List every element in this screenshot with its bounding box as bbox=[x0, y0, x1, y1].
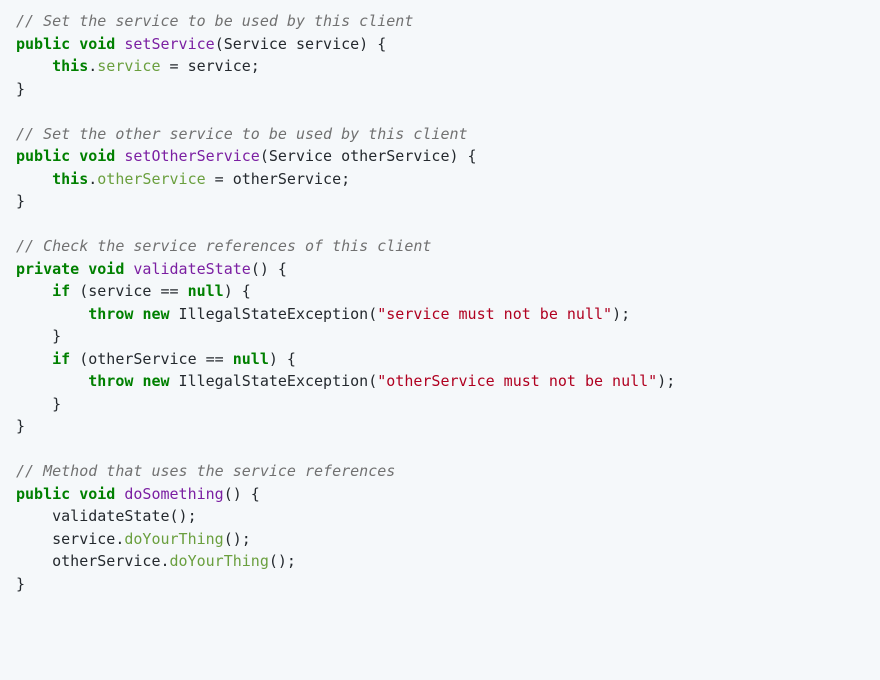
code-token-id: doYourThing bbox=[170, 552, 269, 570]
code-token-c: // Set the service to be used by this cl… bbox=[16, 12, 413, 30]
code-token-kw: public bbox=[16, 147, 70, 165]
code-token-kw: this bbox=[52, 170, 88, 188]
code-token-op bbox=[16, 350, 52, 368]
code-token-op bbox=[70, 147, 79, 165]
code-token-op: ) { bbox=[269, 350, 296, 368]
code-token-kw: new bbox=[142, 305, 169, 323]
code-token-nl: null bbox=[233, 350, 269, 368]
code-line: this.otherService = otherService; bbox=[16, 170, 350, 188]
code-token-op: } bbox=[16, 192, 25, 210]
code-token-kw: this bbox=[52, 57, 88, 75]
code-token-c: // Set the other service to be used by t… bbox=[16, 125, 468, 143]
code-token-op: IllegalStateException( bbox=[170, 305, 378, 323]
code-token-id: doYourThing bbox=[124, 530, 223, 548]
code-token-op bbox=[70, 485, 79, 503]
code-token-c: // Check the service references of this … bbox=[16, 237, 431, 255]
code-token-kw: new bbox=[142, 372, 169, 390]
code-token-op: } bbox=[16, 327, 61, 345]
code-token-op: (); bbox=[224, 530, 251, 548]
code-line: } bbox=[16, 80, 25, 98]
code-token-str: "otherService must not be null" bbox=[377, 372, 657, 390]
code-token-op bbox=[16, 372, 88, 390]
code-token-op: . bbox=[88, 170, 97, 188]
code-line: } bbox=[16, 327, 61, 345]
code-token-kw: if bbox=[52, 350, 70, 368]
code-token-op: (); bbox=[269, 552, 296, 570]
code-token-kw: if bbox=[52, 282, 70, 300]
code-token-op: } bbox=[16, 395, 61, 413]
code-token-op: (otherService == bbox=[70, 350, 233, 368]
code-token-op: } bbox=[16, 575, 25, 593]
code-line: public void setService(Service service) … bbox=[16, 35, 386, 53]
code-token-op: } bbox=[16, 417, 25, 435]
code-token-op bbox=[79, 260, 88, 278]
code-token-op bbox=[16, 57, 52, 75]
code-token-op: validateState(); bbox=[16, 507, 197, 525]
code-line: } bbox=[16, 575, 25, 593]
code-block: // Set the service to be used by this cl… bbox=[16, 10, 864, 595]
code-token-op: . bbox=[88, 57, 97, 75]
code-line: // Set the service to be used by this cl… bbox=[16, 12, 413, 30]
code-line: this.service = service; bbox=[16, 57, 260, 75]
code-token-nl: null bbox=[188, 282, 224, 300]
code-line: service.doYourThing(); bbox=[16, 530, 251, 548]
code-token-op bbox=[70, 35, 79, 53]
code-token-kw: public bbox=[16, 485, 70, 503]
code-line: // Method that uses the service referenc… bbox=[16, 462, 395, 480]
code-line: // Check the service references of this … bbox=[16, 237, 431, 255]
code-line: if (otherService == null) { bbox=[16, 350, 296, 368]
code-token-kw: public bbox=[16, 35, 70, 53]
code-token-c: // Method that uses the service referenc… bbox=[16, 462, 395, 480]
code-token-fn: doSomething bbox=[124, 485, 223, 503]
code-token-op: ); bbox=[657, 372, 675, 390]
code-token-fn: validateState bbox=[133, 260, 250, 278]
code-token-str: "service must not be null" bbox=[377, 305, 612, 323]
code-line: // Set the other service to be used by t… bbox=[16, 125, 468, 143]
code-line: throw new IllegalStateException("service… bbox=[16, 305, 630, 323]
code-token-id: otherService bbox=[97, 170, 205, 188]
code-line: public void doSomething() { bbox=[16, 485, 260, 503]
code-token-op: service. bbox=[16, 530, 124, 548]
code-token-op bbox=[16, 305, 88, 323]
code-token-kw: void bbox=[79, 35, 115, 53]
code-token-op: (Service service) { bbox=[215, 35, 387, 53]
code-token-op: ) { bbox=[224, 282, 251, 300]
code-token-fn: setOtherService bbox=[124, 147, 259, 165]
code-token-kw: void bbox=[88, 260, 124, 278]
code-token-op bbox=[16, 170, 52, 188]
code-token-op: = service; bbox=[161, 57, 260, 75]
code-token-op: IllegalStateException( bbox=[170, 372, 378, 390]
code-line: otherService.doYourThing(); bbox=[16, 552, 296, 570]
code-token-kw: throw bbox=[88, 372, 133, 390]
code-token-fn: setService bbox=[124, 35, 214, 53]
code-line: if (service == null) { bbox=[16, 282, 251, 300]
code-token-op: (Service otherService) { bbox=[260, 147, 477, 165]
code-token-kw: private bbox=[16, 260, 79, 278]
code-token-kw: throw bbox=[88, 305, 133, 323]
code-token-op: = otherService; bbox=[206, 170, 351, 188]
code-token-op bbox=[16, 282, 52, 300]
code-token-op: } bbox=[16, 80, 25, 98]
code-line: } bbox=[16, 192, 25, 210]
code-line: } bbox=[16, 395, 61, 413]
code-token-op: (service == bbox=[70, 282, 187, 300]
code-line: } bbox=[16, 417, 25, 435]
code-token-op: () { bbox=[224, 485, 260, 503]
code-token-op: ); bbox=[612, 305, 630, 323]
code-token-op: otherService. bbox=[16, 552, 170, 570]
code-token-kw: void bbox=[79, 485, 115, 503]
code-token-kw: void bbox=[79, 147, 115, 165]
code-token-op: () { bbox=[251, 260, 287, 278]
code-line: private void validateState() { bbox=[16, 260, 287, 278]
code-token-id: service bbox=[97, 57, 160, 75]
code-line: public void setOtherService(Service othe… bbox=[16, 147, 477, 165]
code-line: validateState(); bbox=[16, 507, 197, 525]
code-line: throw new IllegalStateException("otherSe… bbox=[16, 372, 675, 390]
